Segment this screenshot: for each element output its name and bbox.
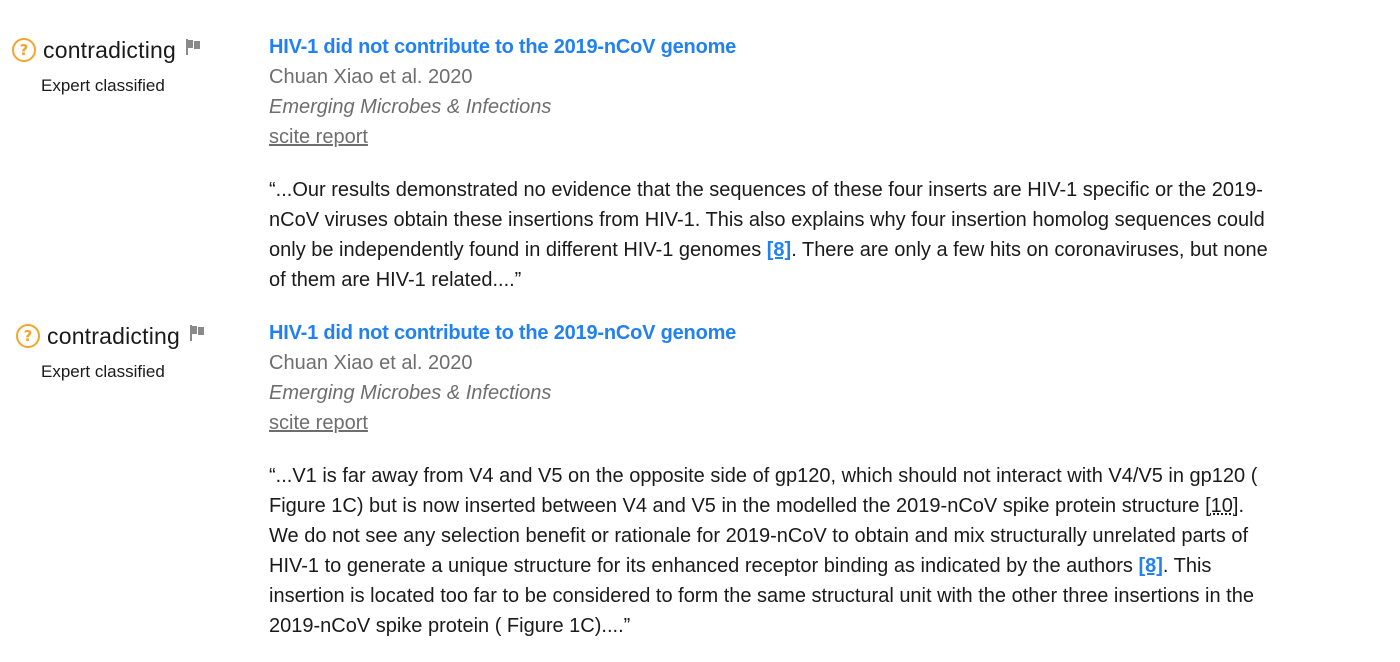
reference-link[interactable]: [8]	[767, 239, 791, 261]
excerpt-open-quote: “...	[269, 465, 293, 487]
paper-journal: Emerging Microbes & Infections	[269, 96, 552, 118]
paper-journal: Emerging Microbes & Infections	[269, 382, 552, 404]
scite-report-link[interactable]: scite report	[269, 122, 368, 152]
expert-classified-label: Expert classified	[41, 362, 165, 381]
classification-label: contradicting	[47, 322, 181, 349]
paper-authors: Chuan Xiao et al. 2020	[269, 352, 473, 374]
reference-link[interactable]: [8]	[1138, 555, 1162, 577]
classification-panel: ? contradicting Expert classified	[12, 36, 242, 96]
citation-content: HIV-1 did not contribute to the 2019-nCo…	[269, 318, 1279, 641]
flag-icon[interactable]	[188, 324, 206, 342]
excerpt-open-quote: “...	[269, 179, 293, 201]
classification-row: ? contradicting	[12, 36, 242, 64]
expert-classified-label: Expert classified	[41, 76, 165, 95]
paper-authors: Chuan Xiao et al. 2020	[269, 66, 473, 88]
excerpt-close-quote: ...”	[498, 269, 522, 291]
paper-title-link[interactable]: HIV-1 did not contribute to the 2019-nCo…	[269, 318, 1279, 348]
scite-report-link[interactable]: scite report	[269, 408, 368, 438]
classification-row: ? contradicting	[16, 322, 246, 350]
flag-icon[interactable]	[184, 38, 202, 56]
citation-excerpt: “...V1 is far away from V4 and V5 on the…	[269, 461, 1279, 641]
paper-title-link[interactable]: HIV-1 did not contribute to the 2019-nCo…	[269, 32, 1279, 62]
citation-content: HIV-1 did not contribute to the 2019-nCo…	[269, 32, 1279, 295]
reference-marker: [10]	[1205, 495, 1239, 517]
classification-label: contradicting	[43, 36, 177, 63]
citation-excerpt: “...Our results demonstrated no evidence…	[269, 175, 1279, 295]
question-circle-icon[interactable]: ?	[16, 324, 40, 348]
excerpt-close-quote: ...”	[606, 615, 631, 637]
question-circle-icon[interactable]: ?	[12, 38, 36, 62]
excerpt-text: V1 is far away from V4 and V5 on the opp…	[269, 465, 1258, 517]
classification-panel: ? contradicting Expert classified	[16, 322, 246, 382]
